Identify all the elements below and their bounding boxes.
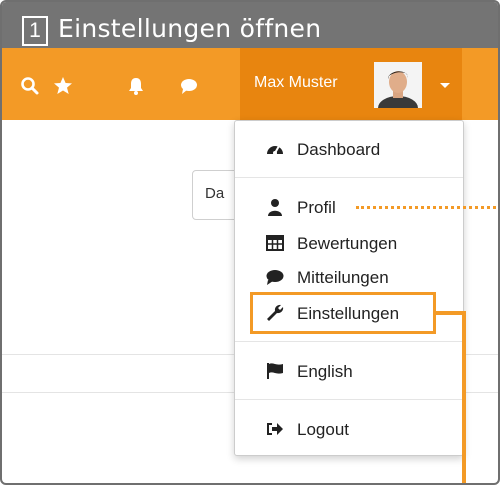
menu-item-english[interactable]: English (265, 357, 455, 385)
menu-item-label: Logout (297, 420, 349, 439)
step-title: Einstellungen öffnen (58, 14, 322, 43)
menu-item-mitteilungen[interactable]: Mitteilungen (265, 263, 455, 291)
user-menu-toggle[interactable]: Max Muster (240, 48, 462, 120)
chat-icon[interactable] (179, 76, 199, 96)
menu-item-dashboard[interactable]: Dashboard (265, 135, 455, 163)
menu-item-label: Bewertungen (297, 234, 398, 253)
chevron-down-icon (440, 83, 450, 88)
menu-item-logout[interactable]: Logout (265, 415, 455, 443)
callout-connector (462, 311, 466, 483)
table-icon (266, 235, 284, 251)
avatar (374, 62, 422, 120)
menu-divider (235, 341, 463, 342)
logout-icon (267, 423, 283, 435)
content-divider (2, 392, 234, 393)
step-number: 1 (22, 16, 48, 46)
star-icon[interactable] (53, 76, 73, 96)
menu-item-label: Profil (297, 198, 336, 217)
user-dropdown-menu: Dashboard Profil Bewertungen Mitteilunge… (234, 120, 464, 456)
menu-divider (235, 177, 463, 178)
bell-icon[interactable] (126, 76, 146, 96)
dashboard-icon (267, 145, 283, 155)
chat-icon (266, 270, 284, 285)
profil-dotted-pointer (356, 206, 498, 209)
menu-item-label: English (297, 362, 353, 381)
user-name: Max Muster (254, 74, 338, 91)
tutorial-frame: 1 Einstellungen öffnen Max Muster Da Das… (0, 0, 500, 485)
search-icon[interactable] (20, 76, 40, 96)
flag-icon (267, 363, 283, 379)
einstellungen-highlight (250, 292, 436, 334)
user-icon (268, 199, 282, 216)
menu-divider (235, 399, 463, 400)
content-divider (2, 354, 234, 355)
partial-button-label: Da (205, 185, 225, 202)
menu-item-bewertungen[interactable]: Bewertungen (265, 229, 455, 257)
menu-item-label: Dashboard (297, 140, 381, 159)
menu-item-label: Mitteilungen (297, 268, 389, 287)
step-title-bar: 1 Einstellungen öffnen (2, 2, 498, 48)
